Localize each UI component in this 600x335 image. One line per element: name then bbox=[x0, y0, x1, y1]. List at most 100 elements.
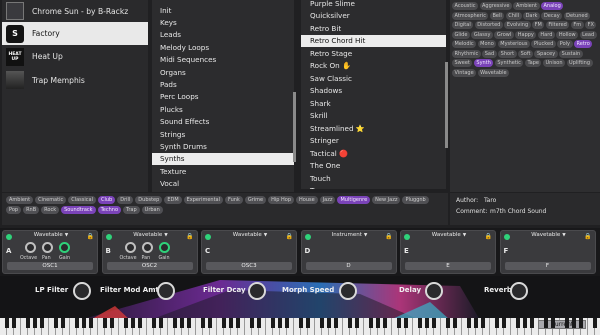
black-key[interactable] bbox=[32, 318, 37, 328]
power-led-icon[interactable] bbox=[105, 234, 112, 240]
tag-chip[interactable]: Hard bbox=[537, 30, 555, 39]
black-key[interactable] bbox=[375, 318, 380, 328]
oscillator-type-select[interactable]: Wavetable ▼ bbox=[123, 232, 179, 238]
black-key[interactable] bbox=[319, 318, 324, 328]
category-item[interactable]: Vocal bbox=[152, 177, 294, 189]
category-item[interactable]: Melody Loops bbox=[152, 41, 294, 53]
black-key[interactable] bbox=[228, 318, 233, 328]
power-led-icon[interactable] bbox=[304, 234, 311, 240]
tag-chip[interactable]: Sad bbox=[482, 49, 497, 58]
oscillator-type-select[interactable]: Wavetable ▼ bbox=[421, 232, 477, 238]
black-key[interactable] bbox=[81, 318, 86, 328]
black-key[interactable] bbox=[207, 318, 212, 328]
category-item[interactable]: Texture bbox=[152, 165, 294, 177]
black-key[interactable] bbox=[186, 318, 191, 328]
lock-icon[interactable]: 🔒 bbox=[485, 233, 492, 240]
preset-item[interactable]: Skrill bbox=[301, 110, 446, 123]
tag-chip[interactable]: Atmospheric bbox=[452, 11, 489, 20]
genre-chip[interactable]: Hip Hop bbox=[268, 196, 295, 204]
genre-chip[interactable]: Funk bbox=[224, 196, 243, 204]
category-item[interactable]: Init bbox=[152, 4, 294, 16]
black-key[interactable] bbox=[109, 318, 114, 328]
tag-chip[interactable]: Glassy bbox=[471, 30, 493, 39]
category-item[interactable]: Keys bbox=[152, 16, 294, 28]
genre-chip[interactable]: Multigenre bbox=[337, 196, 371, 204]
power-led-icon[interactable] bbox=[404, 234, 410, 240]
black-key[interactable] bbox=[466, 318, 471, 328]
tag-chip[interactable]: Melodic bbox=[452, 40, 477, 48]
black-key[interactable] bbox=[522, 318, 527, 328]
pan-knob[interactable] bbox=[141, 242, 153, 253]
tag-chip[interactable]: Rhythmic bbox=[452, 49, 481, 58]
oscillator-name[interactable]: OSC3 bbox=[206, 262, 292, 270]
preset-item[interactable]: Streamlined ⭐ bbox=[301, 122, 446, 135]
preset-item[interactable]: Stringer bbox=[301, 135, 446, 148]
tag-chip[interactable]: Short bbox=[498, 49, 517, 58]
genre-chip[interactable]: Cinematic bbox=[35, 196, 67, 204]
tag-chip[interactable]: Ambient bbox=[513, 2, 540, 10]
tag-chip[interactable]: Digital bbox=[452, 21, 474, 29]
black-key[interactable] bbox=[494, 318, 499, 328]
black-key[interactable] bbox=[333, 318, 338, 328]
black-key[interactable] bbox=[592, 318, 597, 328]
genre-chip[interactable]: New Jazz bbox=[372, 196, 401, 204]
black-key[interactable] bbox=[249, 318, 254, 328]
genre-chip[interactable]: Pop bbox=[6, 206, 22, 214]
black-key[interactable] bbox=[172, 318, 177, 328]
lock-icon[interactable]: 🔒 bbox=[584, 233, 591, 240]
tag-chip[interactable]: Analog bbox=[541, 2, 564, 10]
black-key[interactable] bbox=[564, 318, 569, 328]
black-key[interactable] bbox=[256, 318, 261, 328]
macro-knob[interactable] bbox=[248, 282, 266, 300]
preset-item[interactable]: Shadows bbox=[301, 85, 446, 98]
black-key[interactable] bbox=[550, 318, 555, 328]
preset-item[interactable]: Tactical 🔴 bbox=[301, 147, 446, 160]
tag-chip[interactable]: Unison bbox=[542, 59, 566, 67]
preset-item[interactable]: Retro Chord Hit bbox=[301, 34, 446, 47]
black-key[interactable] bbox=[4, 318, 9, 328]
black-key[interactable] bbox=[130, 318, 135, 328]
black-key[interactable] bbox=[137, 318, 142, 328]
black-key[interactable] bbox=[200, 318, 205, 328]
genre-chip[interactable]: Grime bbox=[244, 196, 267, 204]
macro-knob[interactable] bbox=[425, 282, 443, 300]
category-item[interactable]: Perc Loops bbox=[152, 91, 294, 103]
genre-chip[interactable]: Soundtrack bbox=[61, 206, 96, 214]
preset-item[interactable]: Retro Bit bbox=[301, 22, 446, 35]
black-key[interactable] bbox=[235, 318, 240, 328]
tag-chip[interactable]: Synth bbox=[473, 59, 494, 67]
black-key[interactable] bbox=[158, 318, 163, 328]
bank-item[interactable]: HEAT UP Heat Up bbox=[2, 45, 148, 68]
black-key[interactable] bbox=[284, 318, 289, 328]
genre-chip[interactable]: Rock bbox=[41, 206, 60, 214]
power-led-icon[interactable] bbox=[6, 234, 12, 240]
oscillator-name[interactable]: D bbox=[305, 262, 392, 270]
black-key[interactable] bbox=[221, 318, 226, 328]
category-item[interactable]: Synth Drums bbox=[152, 140, 294, 152]
genre-chip[interactable]: Jazz bbox=[319, 196, 336, 204]
tag-chip[interactable]: Soft bbox=[518, 49, 533, 58]
tag-chip[interactable]: Hollow bbox=[556, 30, 579, 39]
octave-knob[interactable] bbox=[124, 242, 136, 253]
preset-item[interactable]: Rock On ✋ bbox=[301, 60, 446, 73]
black-key[interactable] bbox=[396, 318, 401, 328]
black-key[interactable] bbox=[368, 318, 373, 328]
category-item[interactable]: Synths bbox=[152, 152, 294, 166]
tag-chip[interactable]: Fm bbox=[570, 21, 584, 29]
piano-keyboard[interactable] bbox=[0, 318, 600, 335]
preset-item[interactable]: Shark bbox=[301, 97, 446, 110]
preset-item[interactable]: Saw Classic bbox=[301, 72, 446, 85]
black-key[interactable] bbox=[277, 318, 282, 328]
genre-chip[interactable]: EDM bbox=[164, 196, 182, 204]
bank-item[interactable]: Chrome Sun - by B-Rackz bbox=[2, 0, 148, 22]
black-key[interactable] bbox=[123, 318, 128, 328]
genre-chip[interactable]: Club bbox=[97, 196, 116, 204]
power-led-icon[interactable] bbox=[503, 234, 510, 240]
genre-chip[interactable]: Techno bbox=[97, 206, 122, 214]
tag-chip[interactable]: Acoustic bbox=[452, 2, 479, 10]
tag-chip[interactable]: Poly bbox=[557, 40, 573, 48]
tag-chip[interactable]: Happy bbox=[515, 30, 537, 39]
category-item[interactable]: Midi Sequences bbox=[152, 54, 294, 66]
preset-scrollbar[interactable] bbox=[445, 62, 448, 148]
power-led-icon[interactable] bbox=[205, 234, 211, 240]
